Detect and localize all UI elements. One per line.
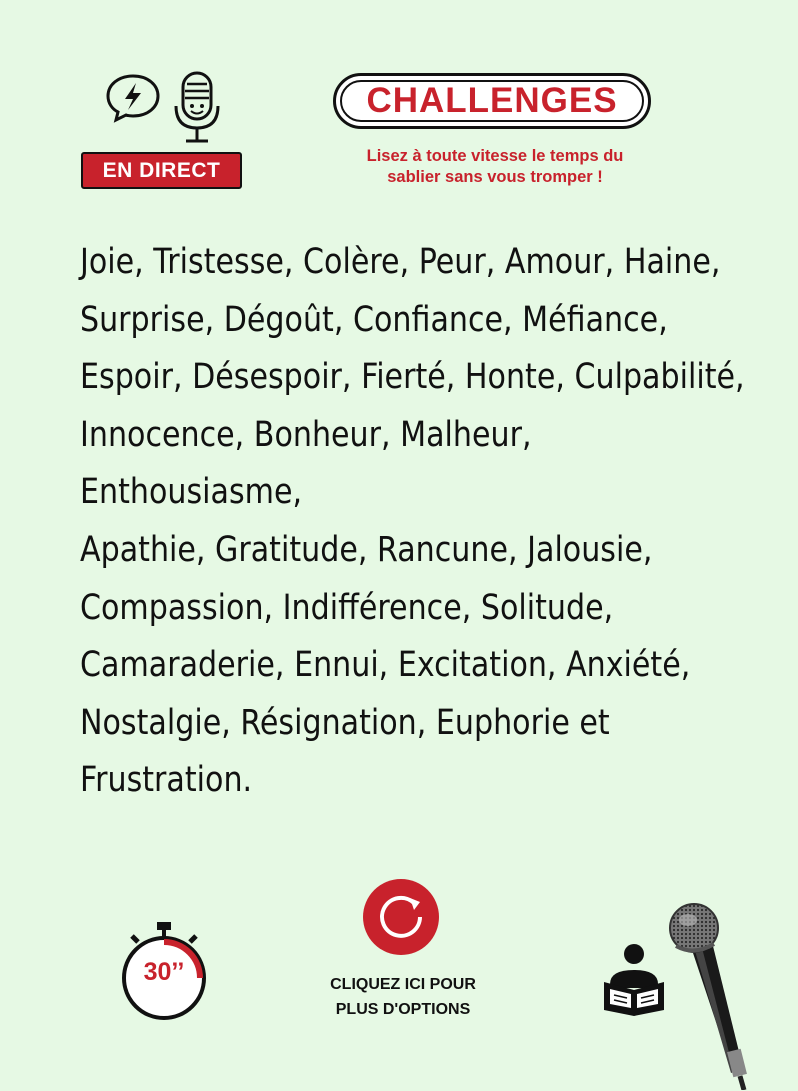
text-line: Apathie, Gratitude, Rancune, Jalousie, <box>80 529 653 570</box>
handheld-microphone-icon <box>669 903 747 1090</box>
text-line: Camaraderie, Ennui, Excitation, Anxiété, <box>80 645 691 686</box>
subtitle-line-1: Lisez à toute vitesse le temps du <box>366 147 624 165</box>
options-line-2[interactable]: PLUS D'OPTIONS <box>300 997 506 1022</box>
subtitle: Lisez à toute vitesse le temps du sablie… <box>318 146 672 188</box>
page-title: CHALLENGES <box>366 81 618 120</box>
text-line: Nostalgie, Résignation, Euphorie et <box>80 702 610 743</box>
subtitle-line-2: sablier sans vous tromper ! <box>387 168 603 186</box>
options-line-1[interactable]: CLIQUEZ ICI POUR <box>300 972 506 997</box>
text-line: Joie, Tristesse, Colère, Peur, Amour, Ha… <box>80 242 721 282</box>
text-line: Compassion, Indifférence, Solitude, <box>80 587 614 628</box>
more-options-link[interactable]: CLIQUEZ ICI POUR PLUS D'OPTIONS <box>300 972 506 1022</box>
refresh-button[interactable] <box>362 878 440 956</box>
text-line: Espoir, Désespoir, Fierté, Honte, Culpab… <box>80 357 745 398</box>
title-banner: CHALLENGES <box>333 73 651 129</box>
text-line: Innocence, Bonheur, Malheur, Enthousiasm… <box>80 414 532 513</box>
live-badge: EN DIRECT <box>81 152 242 189</box>
text-line: Surprise, Dégoût, Confiance, Méfiance, <box>80 299 668 340</box>
speech-bubble-lightning-icon <box>106 74 160 123</box>
reading-text: Joie, Tristesse, Colère, Peur, Amour, Ha… <box>80 234 751 810</box>
reader-icon <box>604 944 664 1016</box>
text-line: Frustration. <box>80 760 253 801</box>
timer-label: 30’’ <box>143 958 185 986</box>
podcast-microphone-icon <box>174 71 220 143</box>
